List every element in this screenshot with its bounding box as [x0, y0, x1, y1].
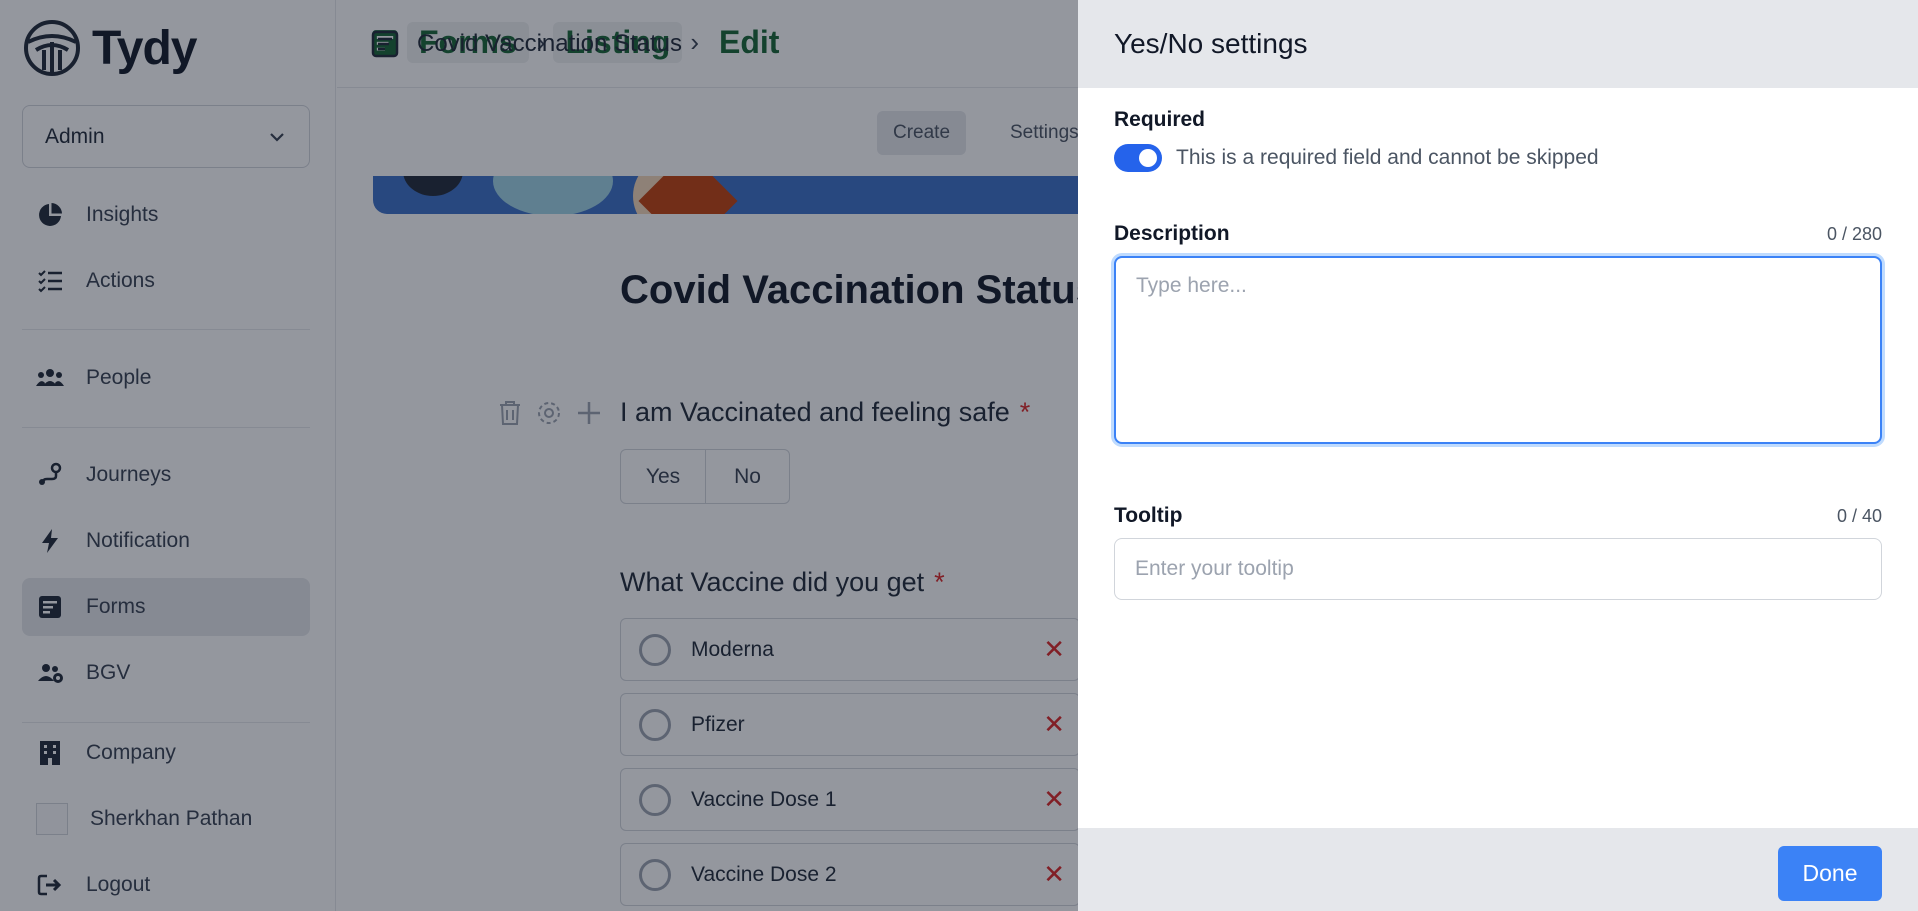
- required-help-text: This is a required field and cannot be s…: [1176, 146, 1599, 169]
- drawer-footer: Done: [1078, 828, 1918, 911]
- tooltip-counter: 0 / 40: [1836, 506, 1882, 526]
- required-toggle[interactable]: [1114, 144, 1162, 172]
- done-button[interactable]: Done: [1778, 846, 1882, 901]
- drawer-title: Yes/No settings: [1114, 28, 1308, 59]
- required-label: Required: [1114, 108, 1206, 131]
- modal-backdrop[interactable]: [0, 0, 1078, 911]
- description-label: Description: [1114, 222, 1230, 245]
- settings-drawer: Yes/No settings Required This is a requi…: [1078, 0, 1918, 911]
- tooltip-label: Tooltip: [1114, 504, 1183, 527]
- description-textarea[interactable]: [1114, 256, 1882, 444]
- required-row: This is a required field and cannot be s…: [1114, 144, 1599, 172]
- description-counter: 0 / 280: [1826, 224, 1882, 244]
- tooltip-input[interactable]: [1114, 538, 1882, 600]
- drawer-header: Yes/No settings: [1078, 0, 1918, 88]
